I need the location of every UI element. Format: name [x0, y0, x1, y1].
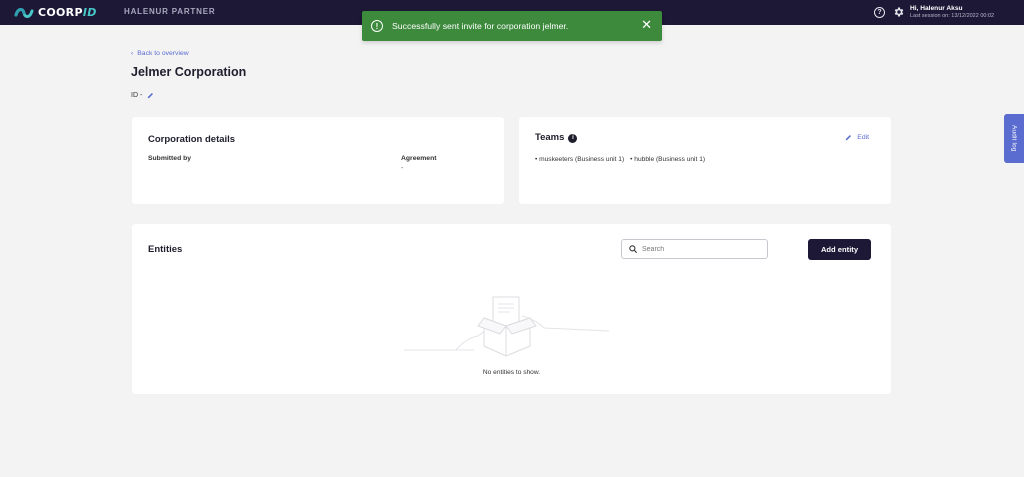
question-circle-icon[interactable]: ? — [874, 7, 885, 18]
corporation-details-title: Corporation details — [148, 134, 236, 145]
pencil-icon[interactable] — [147, 92, 154, 99]
add-entity-button[interactable]: Add entity — [808, 239, 871, 260]
info-icon[interactable]: i — [568, 133, 578, 143]
entity-search-box[interactable] — [621, 239, 768, 259]
search-icon — [629, 245, 637, 253]
team-list: • muskeeters (Business unit 1) • hubble … — [535, 156, 711, 163]
empty-state-text: No entities to show. — [482, 369, 541, 376]
user-greeting: Hi, Halenur Aksu — [910, 5, 963, 12]
audit-log-label: Audit log — [1010, 125, 1018, 152]
toast-message: Successfully sent invite for corporation… — [392, 21, 569, 31]
teams-card: Teams i Edit • muskeeters (Business unit … — [519, 117, 891, 204]
teams-title-text: Teams — [535, 132, 565, 143]
corporation-details-card: Corporation details Submitted by Agreeme… — [132, 117, 504, 204]
audit-log-tab[interactable]: Audit log — [1004, 114, 1024, 163]
back-link-label: Back to overview — [137, 50, 189, 57]
submitted-by-label: Submitted by — [148, 155, 192, 162]
user-info[interactable]: Hi, Halenur Aksu Last session on: 13/12/… — [910, 5, 1024, 19]
partner-name: HALENUR PARTNER — [124, 7, 216, 16]
team-item: • muskeeters (Business unit 1) — [535, 156, 625, 163]
alert-circle-icon: ! — [371, 20, 383, 32]
close-icon[interactable]: ✕ — [641, 18, 652, 32]
success-toast: ! Successfully sent invite for corporati… — [362, 11, 662, 41]
empty-box-illustration — [404, 296, 609, 357]
logo-wave-icon — [14, 7, 34, 18]
corporation-id: ID - — [131, 92, 154, 99]
entities-card: Entities Add entity No entities to show. — [132, 224, 891, 394]
edit-teams-button[interactable]: Edit — [845, 134, 869, 141]
edit-label: Edit — [857, 134, 869, 141]
agreement-value: - — [401, 165, 404, 172]
search-input[interactable] — [642, 245, 752, 253]
gear-icon[interactable] — [893, 6, 905, 18]
last-session: Last session on: 13/12/2022 00:02 — [910, 13, 995, 19]
team-item: • hubble (Business unit 1) — [630, 156, 706, 163]
coorpid-logo[interactable]: COORPID — [14, 6, 97, 20]
logo-text: COORPID — [38, 6, 97, 19]
back-to-overview-link[interactable]: ‹ Back to overview — [131, 50, 189, 57]
chevron-left-icon: ‹ — [131, 50, 134, 57]
page-title: Jelmer Corporation — [131, 65, 247, 79]
agreement-label: Agreement — [401, 155, 437, 162]
id-label: ID - — [131, 92, 143, 99]
teams-title: Teams i — [535, 132, 578, 143]
pencil-icon — [845, 135, 852, 141]
entities-title: Entities — [148, 244, 183, 255]
